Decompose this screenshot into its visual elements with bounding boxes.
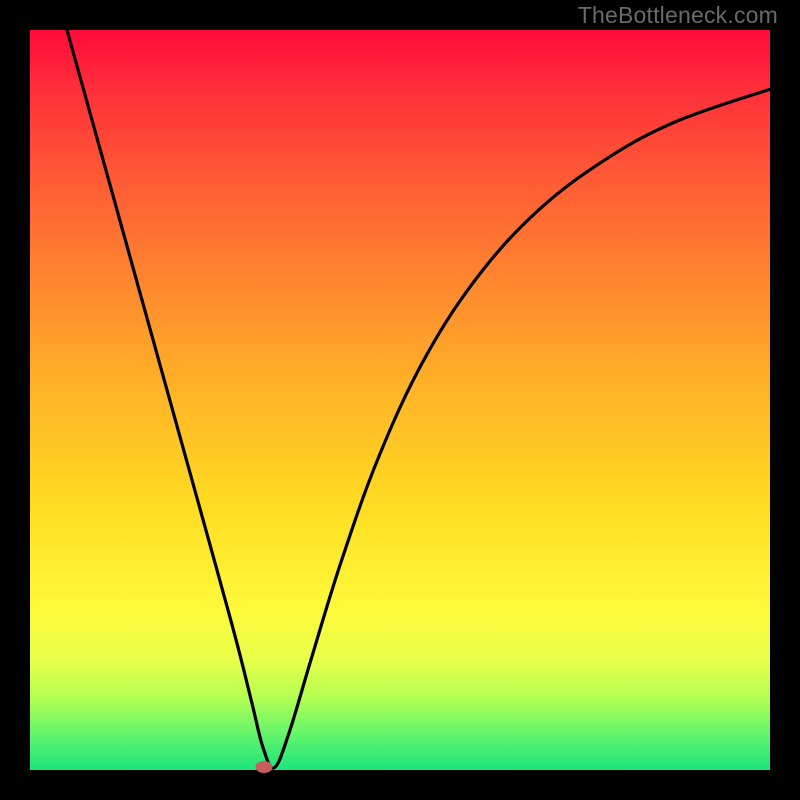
curve-path (67, 30, 770, 768)
watermark-label: TheBottleneck.com (578, 2, 778, 29)
minimum-marker (255, 761, 272, 773)
plot-area (30, 30, 770, 770)
chart-frame: TheBottleneck.com (0, 0, 800, 800)
curve-svg (30, 30, 770, 770)
